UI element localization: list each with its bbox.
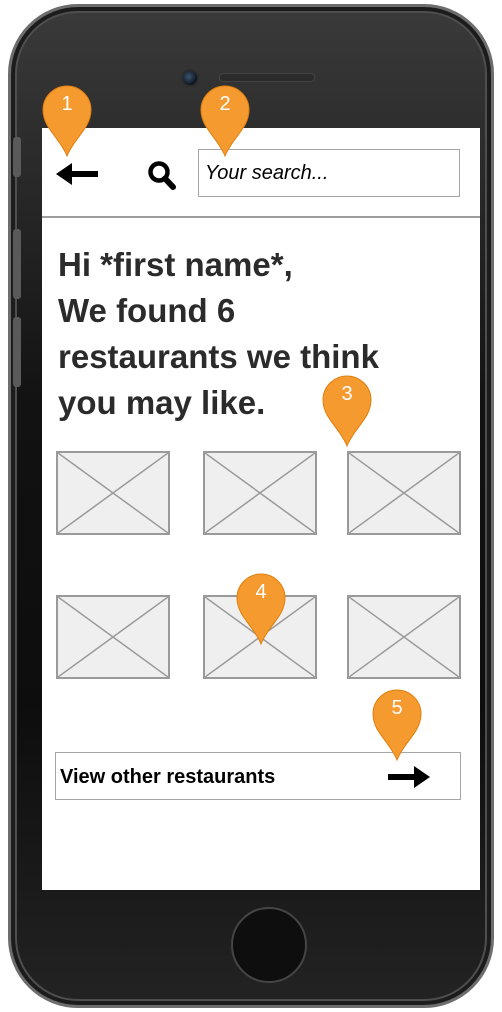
home-button[interactable] [231, 907, 307, 983]
marker-number: 4 [255, 581, 267, 603]
greeting-line: We found 6 [58, 292, 236, 329]
restaurant-image-4[interactable] [56, 595, 170, 679]
annotation-marker-2: 2 [198, 84, 252, 158]
view-other-label: View other restaurants [60, 766, 276, 788]
arrow-right-icon [388, 766, 430, 788]
restaurant-image-6[interactable] [347, 595, 461, 679]
search-button[interactable] [146, 160, 178, 192]
marker-number: 3 [341, 383, 353, 405]
greeting-line: restaurants we think [58, 338, 379, 375]
back-button[interactable] [56, 162, 100, 186]
annotation-marker-3: 3 [320, 374, 374, 448]
annotation-marker-5: 5 [370, 688, 424, 762]
restaurant-image-1[interactable] [56, 451, 170, 535]
image-placeholder-icon [58, 453, 168, 533]
image-placeholder-icon [205, 453, 315, 533]
marker-number: 5 [391, 697, 403, 719]
earpiece-speaker [219, 73, 315, 82]
phone-screen: Hi *first name*, We found 6 restaurants … [42, 128, 480, 890]
arrow-left-icon [56, 163, 98, 185]
greeting-line: you may like. [58, 384, 266, 421]
greeting-line: Hi *first name*, [58, 246, 293, 283]
volume-up-button [13, 229, 21, 299]
mute-switch [13, 137, 21, 177]
mockup-canvas: Hi *first name*, We found 6 restaurants … [0, 0, 502, 1012]
annotation-marker-4: 4 [234, 572, 288, 646]
greeting-heading: Hi *first name*, We found 6 restaurants … [58, 242, 468, 426]
magnifier-icon [148, 161, 176, 190]
restaurant-image-3[interactable] [347, 451, 461, 535]
marker-number: 1 [61, 93, 73, 115]
front-camera-icon [181, 69, 199, 87]
restaurant-image-2[interactable] [203, 451, 317, 535]
image-placeholder-icon [349, 597, 459, 677]
image-placeholder-icon [58, 597, 168, 677]
image-placeholder-icon [349, 453, 459, 533]
volume-down-button [13, 317, 21, 387]
top-bar [42, 128, 480, 218]
marker-number: 2 [219, 93, 231, 115]
annotation-marker-1: 1 [40, 84, 94, 158]
